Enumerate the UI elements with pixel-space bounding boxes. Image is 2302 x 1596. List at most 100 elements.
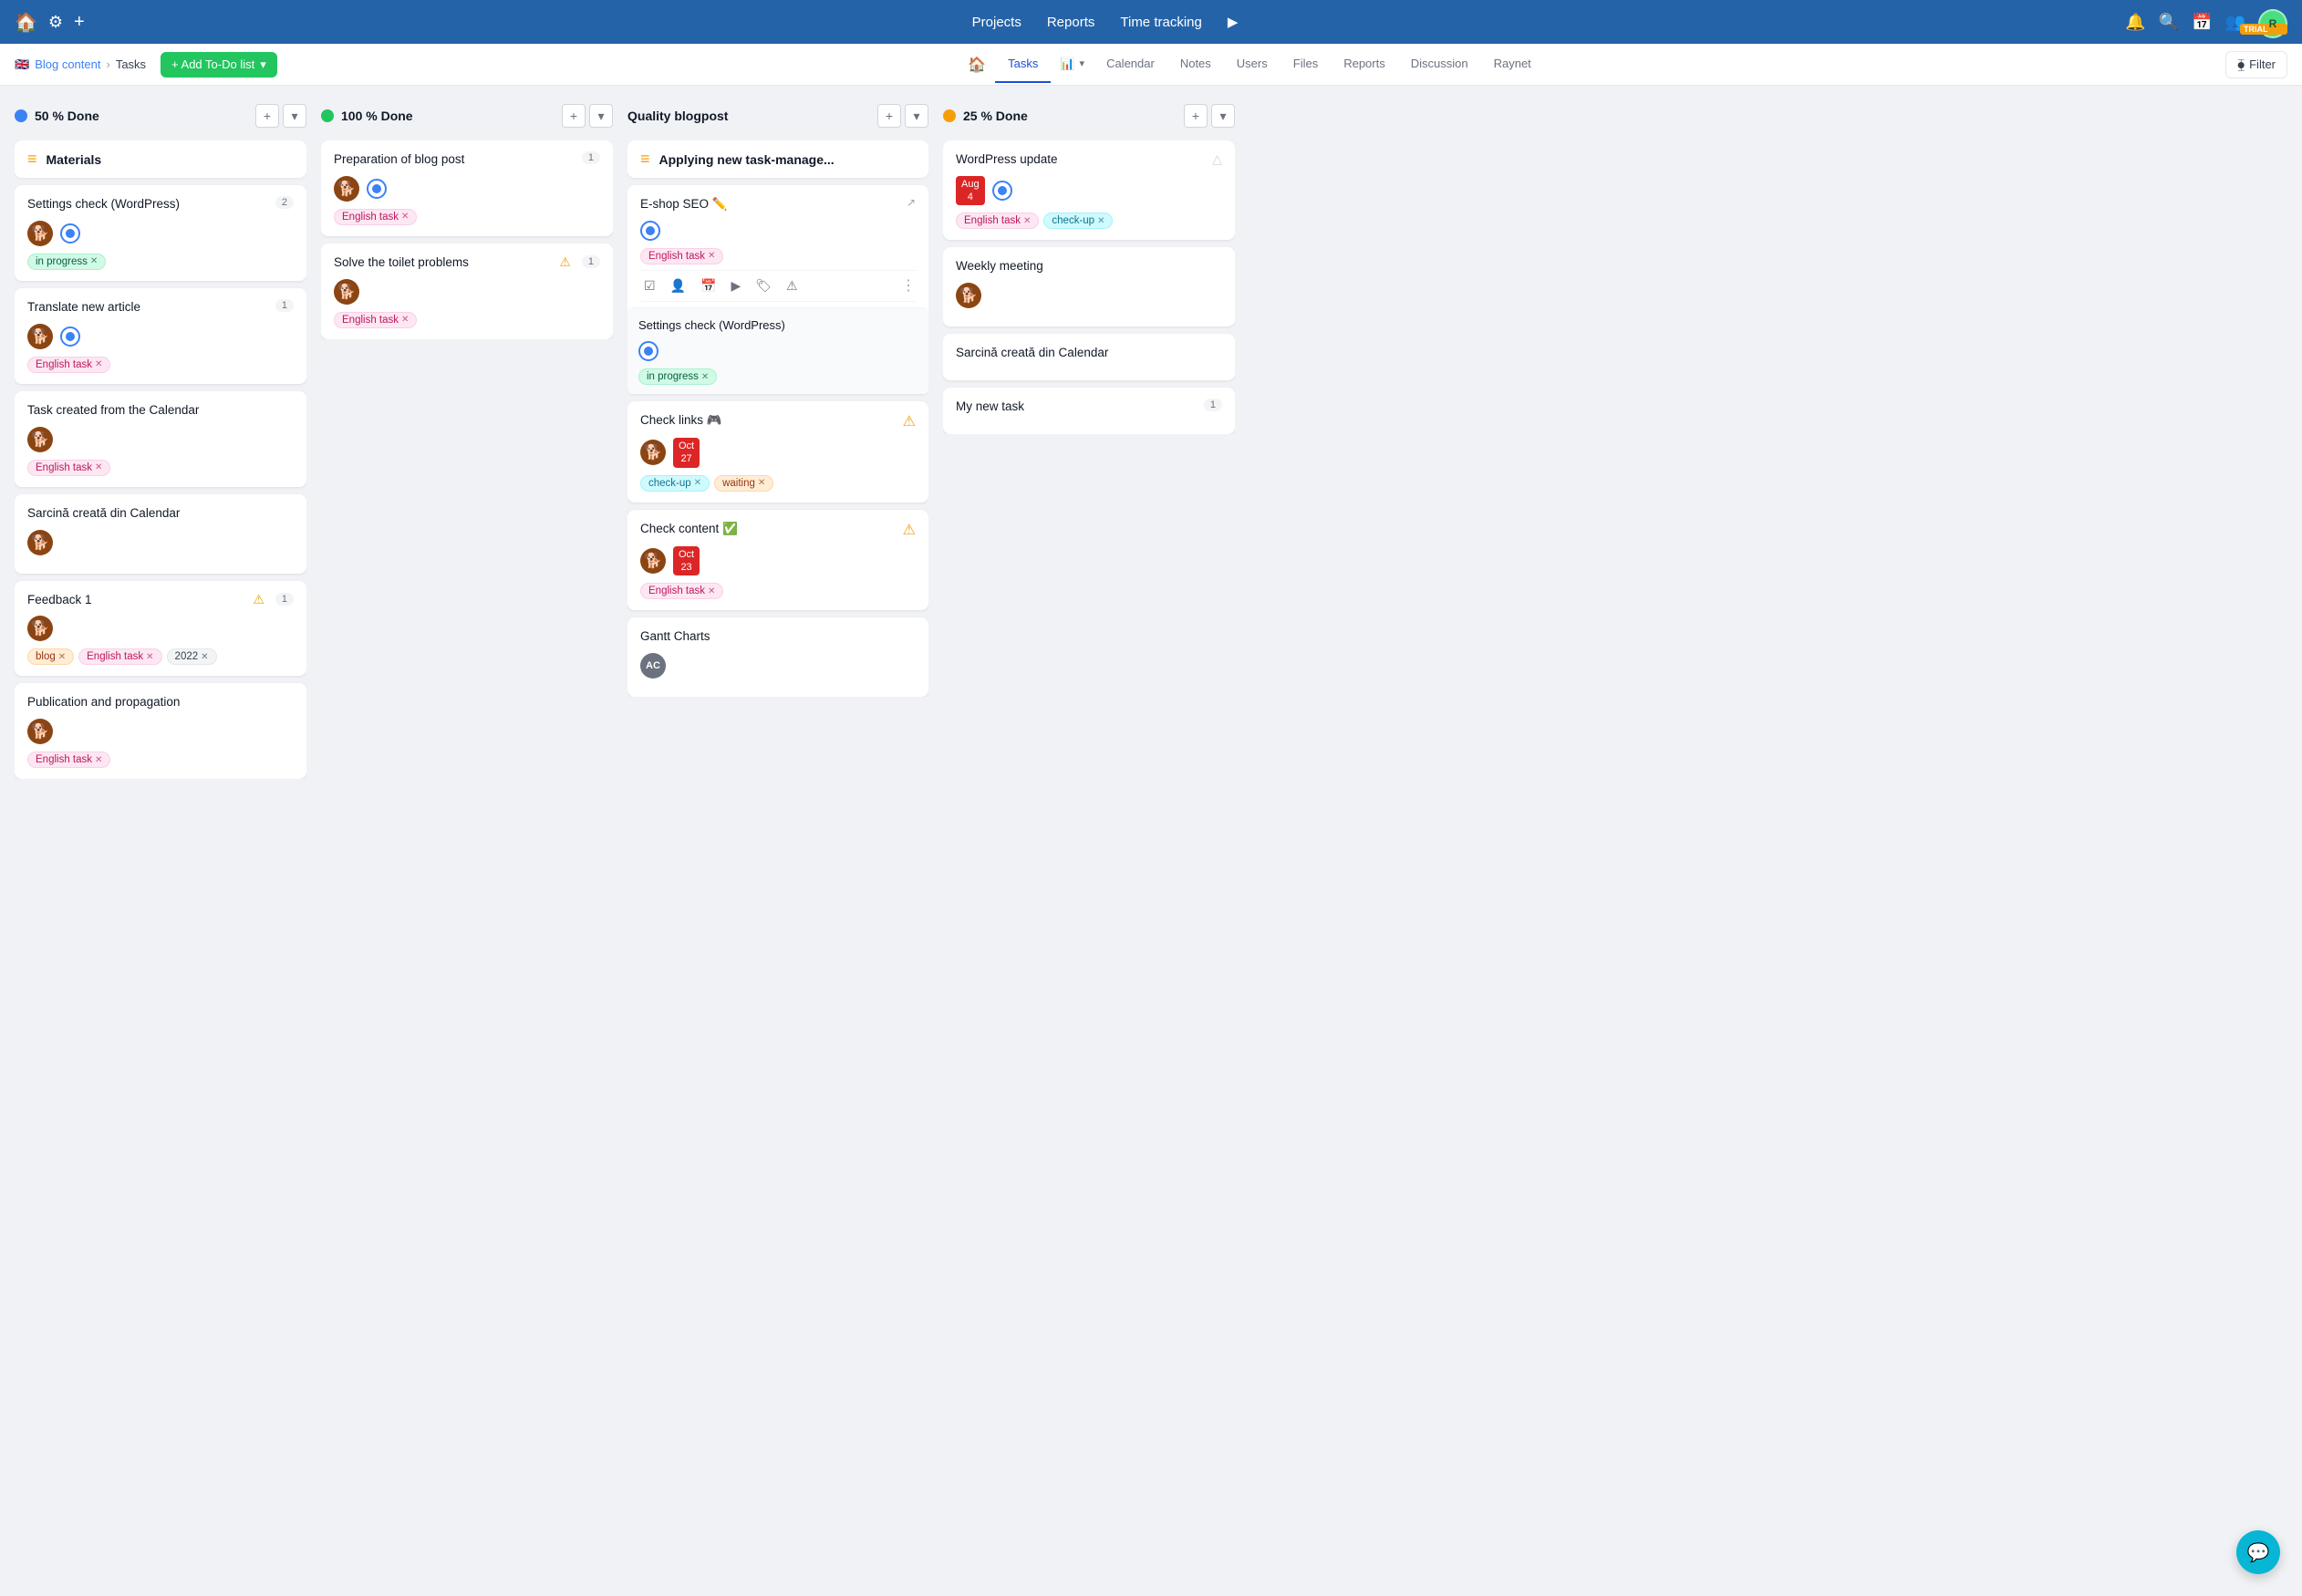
bell-icon[interactable]: 🔔	[2125, 13, 2145, 32]
column-header-100: 100 % Done + ▾	[321, 100, 613, 131]
card-toilet[interactable]: Solve the toilet problems ⚠ 1 🐕 English …	[321, 244, 613, 339]
cards-list-50: ≡ Materials Settings check (WordPress) 2…	[15, 140, 306, 779]
section-card-materials[interactable]: ≡ Materials	[15, 140, 306, 178]
tab-users[interactable]: Users	[1224, 46, 1281, 83]
card-my-new-task[interactable]: My new task 1	[943, 388, 1235, 434]
card-title-weekly: Weekly meeting	[956, 258, 1222, 275]
tag-english-prep[interactable]: English task ✕	[334, 209, 417, 225]
card-calendar-task[interactable]: Task created from the Calendar 🐕 English…	[15, 391, 306, 487]
tag-checkup-wp[interactable]: check-up ✕	[1043, 212, 1113, 229]
card-translate[interactable]: Translate new article 1 🐕 English task ✕	[15, 288, 306, 384]
tab-raynet[interactable]: Raynet	[1481, 46, 1544, 83]
chat-fab[interactable]: 💬	[2236, 1530, 2280, 1574]
search-icon[interactable]: 🔍	[2159, 13, 2179, 32]
tag-in-progress[interactable]: in progress ✕	[27, 254, 106, 270]
sub-card-title: Settings check (WordPress)	[638, 317, 918, 334]
toolbar-warn[interactable]: ⚠	[783, 276, 802, 295]
status-circle-wp[interactable]	[992, 181, 1012, 201]
card-gantt[interactable]: Gantt Charts AC	[627, 617, 928, 697]
card-sarcina-col4[interactable]: Sarcină creată din Calendar	[943, 334, 1235, 380]
add-todo-button[interactable]: + Add To-Do list ▾	[161, 52, 277, 78]
card-count-toilet: 1	[582, 255, 600, 268]
card-weekly-meeting[interactable]: Weekly meeting 🐕	[943, 247, 1235, 326]
card-eshop-seo[interactable]: E-shop SEO ✏️ ↗ English task ✕ ☑	[627, 185, 928, 394]
tab-tasks[interactable]: Tasks	[995, 46, 1051, 83]
card-publication[interactable]: Publication and propagation 🐕 English ta…	[15, 683, 306, 779]
play-icon[interactable]: ▶	[1228, 14, 1239, 30]
column-header-25: 25 % Done + ▾	[943, 100, 1235, 131]
tag-checkup-links[interactable]: check-up ✕	[640, 475, 710, 492]
breadcrumb-tasks: Tasks	[116, 57, 146, 71]
col-menu-100[interactable]: ▾	[589, 104, 613, 128]
toolbar-user[interactable]: 👤	[667, 276, 690, 295]
card-check-content[interactable]: Check content ✅ ⚠ 🐕 Oct 23 English task …	[627, 510, 928, 611]
tag-english-translate[interactable]: English task ✕	[27, 357, 110, 373]
col-add-25[interactable]: +	[1184, 104, 1208, 128]
add-todo-chevron: ▾	[260, 57, 266, 72]
card-title-content: Check content ✅	[640, 521, 903, 538]
status-circle-eshop[interactable]	[640, 221, 660, 241]
nav-projects[interactable]: Projects	[972, 15, 1021, 30]
tab-calendar[interactable]: Calendar	[1094, 46, 1167, 83]
tag-english-calendar[interactable]: English task ✕	[27, 460, 110, 476]
tag-english-wp[interactable]: English task ✕	[956, 212, 1039, 229]
tab-chart[interactable]: 📊 ▾	[1051, 46, 1094, 84]
add-icon[interactable]: +	[74, 12, 85, 33]
calendar-nav-icon[interactable]: 📅	[2192, 13, 2212, 32]
card-settings-check[interactable]: Settings check (WordPress) 2 🐕 in progre…	[15, 185, 306, 281]
status-circle-settings[interactable]	[60, 223, 80, 244]
card-prep-blog[interactable]: Preparation of blog post 1 🐕 English tas…	[321, 140, 613, 236]
sub-card-settings[interactable]: Settings check (WordPress) in progress ✕	[627, 307, 928, 394]
card-title-sarcina4: Sarcină creată din Calendar	[956, 345, 1222, 362]
status-circle-prep[interactable]	[367, 179, 387, 199]
tag-2022[interactable]: 2022 ✕	[167, 648, 217, 665]
project-link[interactable]: Blog content	[35, 57, 100, 71]
col-add-quality[interactable]: +	[877, 104, 901, 128]
tag-english-publication[interactable]: English task ✕	[27, 751, 110, 768]
tag-waiting-links[interactable]: waiting ✕	[714, 475, 773, 492]
tag-english-toilet[interactable]: English task ✕	[334, 312, 417, 328]
col-menu-quality[interactable]: ▾	[905, 104, 928, 128]
card-header-publication: Publication and propagation	[27, 694, 294, 711]
settings-icon[interactable]: ⚙	[48, 13, 63, 32]
ext-link-eshop[interactable]: ↗	[907, 196, 916, 209]
section-card-applying[interactable]: ≡ Applying new task-manage...	[627, 140, 928, 178]
tab-discussion[interactable]: Discussion	[1398, 46, 1481, 83]
more-dots-eshop[interactable]: ⋮	[901, 276, 916, 295]
toolbar-play[interactable]: ▶	[727, 276, 744, 295]
card-icon-row-sarcina: 🐕	[27, 530, 294, 555]
home-icon[interactable]: 🏠	[15, 11, 37, 34]
col-menu-25[interactable]: ▾	[1211, 104, 1235, 128]
col-menu-50[interactable]: ▾	[283, 104, 306, 128]
card-sarcina[interactable]: Sarcină creată din Calendar 🐕	[15, 494, 306, 574]
top-nav-right: 🔔 🔍 📅 👥 R TRIAL	[2125, 9, 2287, 35]
col-dot-green	[321, 109, 334, 122]
card-feedback[interactable]: Feedback 1 ⚠ 1 🐕 blog ✕ English task	[15, 581, 306, 677]
sub-card-circle[interactable]	[638, 341, 658, 361]
cards-list-quality: ≡ Applying new task-manage... E-shop SEO…	[627, 140, 928, 697]
tag-english-content[interactable]: English task ✕	[640, 583, 723, 599]
tab-reports[interactable]: Reports	[1331, 46, 1398, 83]
card-header-feedback: Feedback 1 ⚠ 1	[27, 592, 294, 609]
home-sub-icon[interactable]: 🏠	[959, 56, 995, 74]
toolbar-check[interactable]: ☑	[640, 276, 659, 295]
tag-blog[interactable]: blog ✕	[27, 648, 74, 665]
sub-tag-in-progress[interactable]: in progress ✕	[638, 368, 717, 385]
tag-english-eshop[interactable]: English task ✕	[640, 248, 723, 264]
card-wp-update[interactable]: WordPress update △ Aug 4 English task	[943, 140, 1235, 240]
nav-reports[interactable]: Reports	[1047, 15, 1095, 30]
toolbar-tag[interactable]: 🏷	[752, 276, 775, 295]
tab-files[interactable]: Files	[1281, 46, 1331, 83]
col-add-50[interactable]: +	[255, 104, 279, 128]
tag-english-feedback[interactable]: English task ✕	[78, 648, 161, 665]
nav-timetracking[interactable]: Time tracking	[1120, 15, 1201, 30]
avatar-dog-calendar: 🐕	[27, 427, 53, 452]
card-check-links[interactable]: Check links 🎮 ⚠ 🐕 Oct 27 check-up ✕	[627, 401, 928, 503]
tab-notes[interactable]: Notes	[1167, 46, 1224, 83]
card-header-translate: Translate new article 1	[27, 299, 294, 316]
col-add-100[interactable]: +	[562, 104, 586, 128]
toolbar-cal[interactable]: 📅	[697, 276, 720, 295]
status-circle-translate[interactable]	[60, 326, 80, 347]
col-actions-50: + ▾	[255, 104, 306, 128]
filter-button[interactable]: ⧳ Filter	[2225, 51, 2287, 78]
